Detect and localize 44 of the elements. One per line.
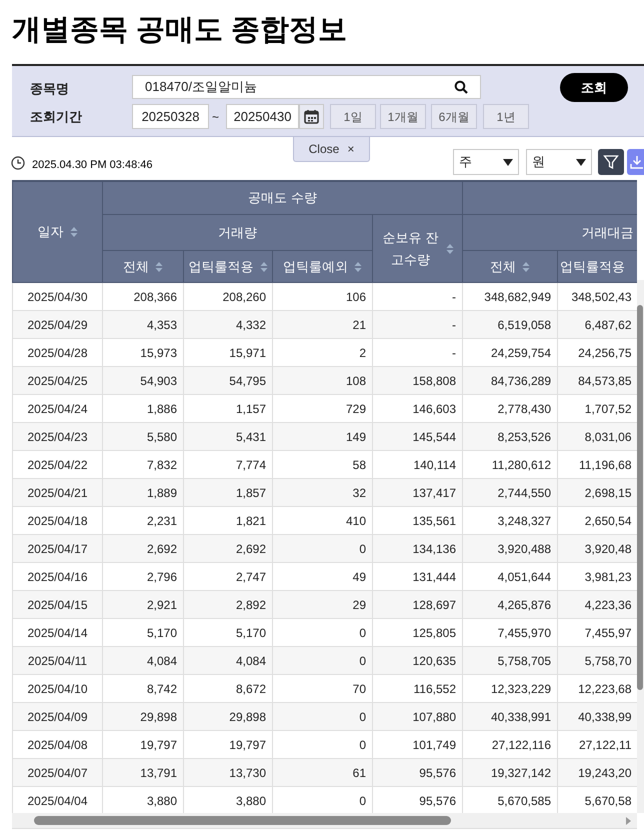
clock-icon — [11, 156, 25, 170]
filter-button[interactable] — [598, 149, 624, 175]
field-label: 조회기간 — [30, 108, 82, 126]
horizontal-scrollbar[interactable] — [12, 813, 637, 829]
column-group-header: 공매도 수량 — [102, 182, 462, 214]
column-group-header: 거래량 — [102, 214, 372, 250]
search-field[interactable]: 018470/조일알미늄 — [132, 75, 481, 99]
column-header[interactable]: 순보유 잔고수량 — [372, 214, 462, 282]
vertical-scrollbar[interactable] — [637, 280, 644, 813]
filter-icon — [603, 154, 619, 170]
column-header[interactable]: 업틱룰예외 — [272, 250, 372, 282]
close-tab[interactable]: Close × — [293, 137, 370, 162]
page-title: 개별종목 공매도 종합정보 — [12, 13, 348, 48]
calendar-icon — [304, 109, 319, 124]
scroll-right-icon[interactable] — [626, 816, 631, 824]
column-header[interactable]: 전체 — [462, 250, 558, 282]
column-header[interactable]: 전체 — [102, 250, 184, 282]
download-icon — [630, 155, 644, 169]
sort-icon[interactable] — [155, 260, 163, 272]
dropdown-caret-icon — [503, 158, 513, 166]
timestamp: 2025.04.30 PM 03:48:46 — [32, 158, 152, 173]
sort-icon[interactable] — [354, 260, 362, 272]
sort-icon[interactable] — [446, 242, 454, 254]
calendar-button[interactable] — [299, 104, 324, 129]
period-button[interactable]: 1년 — [483, 104, 529, 129]
column-header[interactable]: 업틱률적용 — [558, 250, 637, 282]
column-header[interactable]: 일자 — [12, 182, 102, 282]
submit-button[interactable]: 조회 — [560, 73, 628, 102]
period-button[interactable]: 6개월 — [431, 104, 477, 129]
column-group-header: 거래대금 — [462, 214, 637, 250]
sort-icon[interactable] — [70, 226, 78, 238]
range-separator: ~ — [212, 109, 220, 126]
column-header[interactable]: 업틱룰적용 — [184, 250, 272, 282]
dropdown-caret-icon — [576, 158, 586, 166]
end-date-field[interactable]: 20250430 — [226, 104, 299, 129]
period-button[interactable]: 1일 — [330, 104, 376, 129]
unit-select[interactable]: 원 — [526, 149, 592, 175]
field-label: 종목명 — [30, 80, 69, 98]
unit-select[interactable]: 주 — [453, 149, 519, 175]
sort-icon[interactable] — [260, 260, 268, 272]
period-button[interactable]: 1개월 — [380, 104, 426, 129]
start-date-field[interactable]: 20250328 — [132, 104, 209, 129]
search-icon[interactable] — [454, 80, 468, 94]
sort-icon[interactable] — [522, 260, 530, 272]
